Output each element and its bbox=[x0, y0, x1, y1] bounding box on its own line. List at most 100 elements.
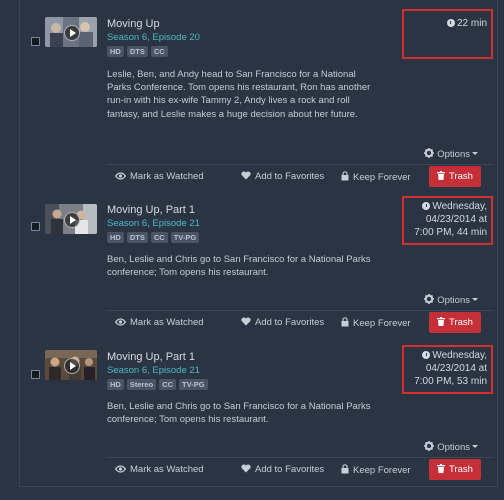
clock-icon bbox=[446, 19, 455, 27]
trash-icon bbox=[437, 463, 446, 476]
airtime-line: 04/23/2014 at bbox=[425, 363, 487, 375]
airtime-line: 7:00 PM, 44 min bbox=[414, 227, 487, 239]
trash-button[interactable]: Trash bbox=[429, 166, 481, 187]
eye-icon bbox=[114, 465, 127, 476]
clock-icon bbox=[422, 202, 431, 210]
badge-cc: CC bbox=[159, 379, 177, 390]
gear-icon bbox=[424, 441, 435, 454]
eye-icon bbox=[114, 318, 127, 329]
trash-label: Trash bbox=[449, 317, 473, 328]
badge-cc: CC bbox=[150, 46, 168, 57]
options-label: Options bbox=[437, 149, 470, 160]
play-icon bbox=[64, 358, 80, 374]
add-favorites-button[interactable]: Add to Favorites bbox=[241, 317, 324, 329]
trash-label: Trash bbox=[449, 464, 473, 475]
heart-icon bbox=[241, 464, 251, 476]
options-label: Options bbox=[437, 295, 470, 306]
keep-forever-label: Keep Forever bbox=[353, 318, 411, 329]
lock-icon bbox=[341, 317, 349, 330]
episode-thumbnail[interactable] bbox=[45, 17, 97, 47]
trash-icon bbox=[437, 170, 446, 183]
add-favorites-label: Add to Favorites bbox=[255, 317, 325, 328]
episode-title[interactable]: Moving Up, Part 1 bbox=[107, 204, 195, 216]
airtime-info: Wednesday, 04/23/2014 at 7:00 PM, 53 min bbox=[402, 345, 493, 394]
options-dropdown[interactable]: Options bbox=[424, 441, 478, 454]
play-icon bbox=[64, 212, 80, 228]
recording-list: Moving Up Season 6, Episode 20 HD DTS CC… bbox=[19, 0, 498, 500]
gear-icon bbox=[424, 294, 435, 307]
episode-number: Season 6, Episode 21 bbox=[107, 218, 200, 229]
select-checkbox[interactable] bbox=[31, 370, 40, 379]
mark-watched-button[interactable]: Mark as Watched bbox=[114, 464, 204, 476]
action-bar: Mark as Watched Add to Favorites Keep Fo… bbox=[107, 164, 493, 188]
recording-card: Moving Up, Part 1 Season 6, Episode 21 H… bbox=[19, 339, 498, 487]
badge-rating: TV-PG bbox=[179, 379, 208, 390]
badge-hd: HD bbox=[107, 379, 124, 390]
badge-audio: Stereo bbox=[126, 379, 157, 390]
badge-group: HD DTS CC bbox=[107, 46, 168, 57]
mark-watched-button[interactable]: Mark as Watched bbox=[114, 171, 204, 183]
lock-icon bbox=[341, 171, 349, 184]
add-favorites-button[interactable]: Add to Favorites bbox=[241, 464, 324, 476]
badge-audio: DTS bbox=[126, 46, 148, 57]
episode-title[interactable]: Moving Up bbox=[107, 18, 160, 30]
keep-forever-button[interactable]: Keep Forever bbox=[341, 171, 411, 184]
keep-forever-button[interactable]: Keep Forever bbox=[341, 464, 411, 477]
options-dropdown[interactable]: Options bbox=[424, 148, 478, 161]
airtime-line: Wednesday, bbox=[432, 201, 487, 212]
heart-icon bbox=[241, 171, 251, 183]
episode-description: Leslie, Ben, and Andy head to San Franci… bbox=[107, 69, 371, 120]
airtime-info: Wednesday, 04/23/2014 at 7:00 PM, 44 min bbox=[402, 196, 493, 245]
badge-hd: HD bbox=[107, 46, 124, 57]
episode-description: Ben, Leslie and Chris go to San Francisc… bbox=[107, 401, 371, 426]
badge-hd: HD bbox=[107, 232, 124, 243]
options-dropdown[interactable]: Options bbox=[424, 294, 478, 307]
episode-title[interactable]: Moving Up, Part 1 bbox=[107, 351, 195, 363]
badge-cc: CC bbox=[150, 232, 168, 243]
episode-number: Season 6, Episode 20 bbox=[107, 32, 200, 43]
add-favorites-label: Add to Favorites bbox=[255, 171, 325, 182]
add-favorites-label: Add to Favorites bbox=[255, 464, 325, 475]
trash-button[interactable]: Trash bbox=[429, 459, 481, 480]
heart-icon bbox=[241, 317, 251, 329]
mark-watched-button[interactable]: Mark as Watched bbox=[114, 317, 204, 329]
eye-icon bbox=[114, 172, 127, 183]
options-label: Options bbox=[437, 442, 470, 453]
chevron-down-icon bbox=[472, 445, 478, 448]
keep-forever-label: Keep Forever bbox=[353, 172, 411, 183]
airtime-line: 7:00 PM, 53 min bbox=[414, 376, 487, 388]
action-bar: Mark as Watched Add to Favorites Keep Fo… bbox=[107, 310, 493, 334]
episode-number: Season 6, Episode 21 bbox=[107, 365, 200, 376]
trash-label: Trash bbox=[449, 171, 473, 182]
recording-card: Moving Up, Part 1 Season 6, Episode 21 H… bbox=[19, 193, 498, 340]
mark-watched-label: Mark as Watched bbox=[130, 464, 204, 475]
select-checkbox[interactable] bbox=[31, 37, 40, 46]
chevron-down-icon bbox=[472, 298, 478, 301]
airtime-line: 22 min bbox=[456, 18, 487, 29]
add-favorites-button[interactable]: Add to Favorites bbox=[241, 171, 324, 183]
mark-watched-label: Mark as Watched bbox=[130, 317, 204, 328]
trash-button[interactable]: Trash bbox=[429, 312, 481, 333]
gear-icon bbox=[424, 148, 435, 161]
play-icon bbox=[64, 25, 80, 41]
airtime-line: Wednesday, bbox=[432, 350, 487, 361]
airtime-info: 22 min bbox=[402, 9, 493, 59]
clock-icon bbox=[422, 351, 431, 359]
badge-group: HD Stereo CC TV-PG bbox=[107, 379, 208, 390]
episode-description: Ben, Leslie and Chris go to San Francisc… bbox=[107, 254, 371, 279]
keep-forever-label: Keep Forever bbox=[353, 465, 411, 476]
mark-watched-label: Mark as Watched bbox=[130, 171, 204, 182]
badge-group: HD DTS CC TV-PG bbox=[107, 232, 200, 243]
episode-thumbnail[interactable] bbox=[45, 350, 97, 380]
keep-forever-button[interactable]: Keep Forever bbox=[341, 317, 411, 330]
badge-rating: TV-PG bbox=[170, 232, 200, 243]
lock-icon bbox=[341, 464, 349, 477]
airtime-line: 04/23/2014 at bbox=[425, 214, 487, 226]
chevron-down-icon bbox=[472, 152, 478, 155]
recording-card: Moving Up Season 6, Episode 20 HD DTS CC… bbox=[19, 0, 498, 194]
trash-icon bbox=[437, 316, 446, 329]
episode-thumbnail[interactable] bbox=[45, 204, 97, 234]
action-bar: Mark as Watched Add to Favorites Keep Fo… bbox=[107, 457, 493, 481]
select-checkbox[interactable] bbox=[31, 222, 40, 231]
badge-audio: DTS bbox=[126, 232, 148, 243]
